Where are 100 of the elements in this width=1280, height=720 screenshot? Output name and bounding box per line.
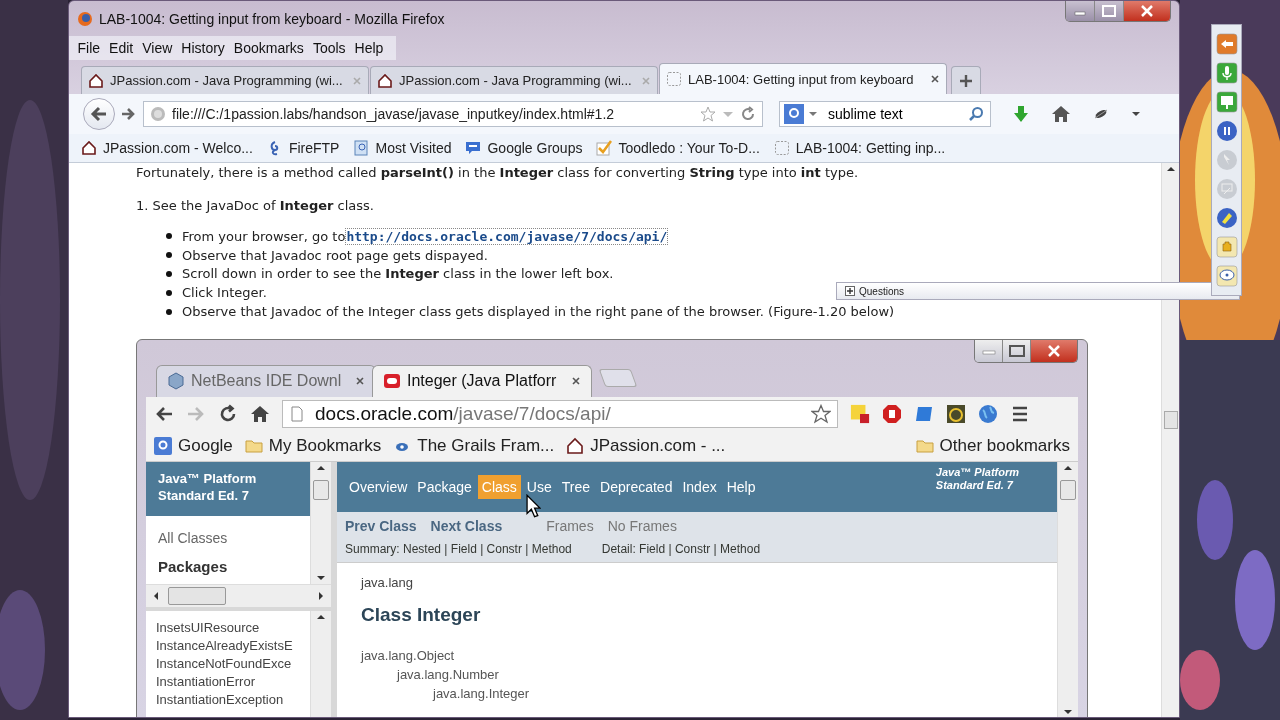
caret-icon[interactable]	[808, 109, 818, 119]
browser-tab[interactable]: LAB-1004: Getting input from keyboard	[659, 63, 947, 94]
menu-icon[interactable]	[1010, 404, 1030, 424]
close-icon[interactable]	[930, 74, 940, 84]
stop-sign-icon[interactable]	[882, 404, 902, 424]
list-item: Observe that Javadoc root page gets dispayed.	[182, 247, 488, 263]
list-item: From your browser, go tohttp://docs.oracle.com/javase/7/docs/api/	[182, 228, 669, 244]
search-icon[interactable]	[968, 106, 984, 122]
gauge-icon[interactable]	[946, 404, 966, 424]
scrollbar[interactable]	[146, 584, 331, 611]
nav-link[interactable]: Use	[522, 475, 556, 499]
link[interactable]: http://docs.oracle.com/javase/7/docs/api/	[345, 227, 669, 245]
menu-item[interactable]: File	[73, 38, 105, 58]
search-engine-icon[interactable]	[784, 104, 804, 124]
new-tab-button[interactable]	[951, 66, 981, 94]
panel-title: Questions	[859, 285, 905, 297]
maximize-button[interactable]	[1095, 1, 1124, 21]
bookmark-item[interactable]: JPassion.com - ...	[566, 436, 726, 456]
bookmark-item[interactable]: Most Visited	[353, 140, 452, 156]
browser-tab[interactable]: Integer (Java Platforr	[372, 365, 592, 397]
list-link[interactable]: InstanceAlreadyExistsE	[156, 637, 310, 655]
list-link[interactable]: InsetsUIResource	[156, 619, 310, 637]
list-link[interactable]: InstanceNotFoundExce	[156, 655, 310, 673]
scrollbar[interactable]	[1161, 163, 1179, 717]
globe-icon	[150, 106, 166, 122]
menu-item[interactable]: History	[176, 38, 230, 58]
scrollbar[interactable]	[310, 462, 331, 584]
address-bar[interactable]: docs.oracle.com/javase/7/docs/api/	[282, 400, 838, 428]
pause-icon[interactable]	[1215, 120, 1238, 142]
questions-panel[interactable]: Questions	[836, 282, 1240, 300]
star-icon[interactable]	[700, 106, 716, 122]
bookmark-item[interactable]: LAB-1004: Getting inp...	[773, 140, 946, 156]
firefox-icon	[77, 10, 93, 27]
house-icon	[88, 72, 104, 89]
nav-link[interactable]: Overview	[345, 475, 412, 499]
caret-icon[interactable]	[1131, 109, 1141, 119]
mic-icon[interactable]	[1215, 62, 1238, 84]
maximize-button[interactable]	[1003, 340, 1031, 362]
nav-link[interactable]: Prev Class	[345, 518, 417, 534]
nav-link[interactable]: Next Class	[430, 518, 503, 534]
screen-icon[interactable]	[1215, 91, 1238, 113]
expand-icon[interactable]	[845, 286, 855, 296]
star-icon[interactable]	[811, 404, 831, 424]
nav-link[interactable]: Help	[722, 475, 760, 499]
download-icon[interactable]	[1011, 104, 1031, 124]
list-link[interactable]: InstantiationError	[156, 673, 310, 691]
house-icon	[81, 140, 97, 156]
page-icon	[289, 406, 305, 422]
search-engine-icon	[154, 437, 172, 455]
nav-link[interactable]: Tree	[557, 475, 595, 499]
nav-link[interactable]: Index	[678, 475, 721, 499]
address-bar[interactable]: file:///C:/1passion.labs/handson_javase/javase_inputkey/index.html#1.2	[143, 101, 763, 127]
bookmark-item[interactable]: My Bookmarks	[244, 436, 382, 456]
minimize-button[interactable]	[975, 340, 1003, 362]
notes-icon[interactable]	[850, 404, 870, 424]
house-icon	[377, 72, 393, 89]
menu-item[interactable]: View	[137, 38, 177, 58]
plus-icon	[959, 73, 973, 88]
close-icon	[1047, 345, 1061, 357]
bookmark-item[interactable]: JPassion.com - Welco...	[81, 140, 253, 156]
browser-tab[interactable]: JPassion.com - Java Programming (wi...	[370, 66, 658, 94]
close-button[interactable]	[1124, 1, 1170, 21]
menu-item[interactable]: Bookmarks	[229, 38, 309, 58]
blank-page-icon	[666, 71, 682, 87]
browser-tab[interactable]: JPassion.com - Java Programming (wi...	[81, 66, 369, 94]
window-title: LAB-1004: Getting input from keyboard - Mozilla Firefox	[99, 10, 445, 27]
search-field[interactable]: sublime text	[779, 101, 991, 127]
menu-item[interactable]: Tools	[308, 38, 351, 58]
close-icon[interactable]	[355, 376, 365, 387]
highlighter-icon[interactable]	[1215, 207, 1238, 229]
globe-icon[interactable]	[978, 404, 998, 424]
bookmark-item[interactable]: Toodledo : Your To-D...	[596, 140, 760, 156]
menu-item[interactable]: Edit	[104, 38, 138, 58]
platform-header: Java™ Platform Standard Ed. 7	[146, 462, 310, 516]
house-icon	[566, 437, 585, 455]
back-button[interactable]	[83, 98, 115, 130]
home-icon[interactable]	[250, 404, 270, 424]
bookmark-folder[interactable]: Other bookmarks	[915, 436, 1070, 456]
scrollbar[interactable]	[310, 611, 331, 717]
list-link[interactable]: InstantiationException	[156, 691, 310, 709]
reload-icon[interactable]	[218, 404, 238, 424]
bookmark-item[interactable]: FireFTP	[266, 140, 340, 156]
all-classes-link[interactable]: All Classes	[158, 530, 310, 546]
list-item: Click Integer.	[182, 285, 267, 301]
bookmark-item[interactable]: The Grails Fram...	[393, 436, 555, 456]
nav-link[interactable]: Deprecated	[596, 475, 677, 499]
close-button[interactable]	[1031, 340, 1077, 362]
close-icon[interactable]	[571, 376, 581, 387]
summary-links: Summary: Nested | Field | Constr | Method	[345, 542, 572, 556]
hand-icon[interactable]	[1215, 236, 1238, 258]
menu-item[interactable]: Help	[350, 38, 388, 58]
card-icon[interactable]	[914, 404, 934, 424]
forward-icon[interactable]	[121, 106, 137, 122]
bookmark-item[interactable]: Google Groups	[465, 140, 583, 156]
bookmark-item[interactable]: Google	[154, 436, 233, 456]
nav-link[interactable]: Package	[413, 475, 476, 499]
scrollbar[interactable]	[1057, 462, 1078, 717]
minimize-button[interactable]	[1066, 1, 1095, 21]
home-icon[interactable]	[1051, 104, 1071, 124]
folder-icon	[244, 437, 263, 455]
